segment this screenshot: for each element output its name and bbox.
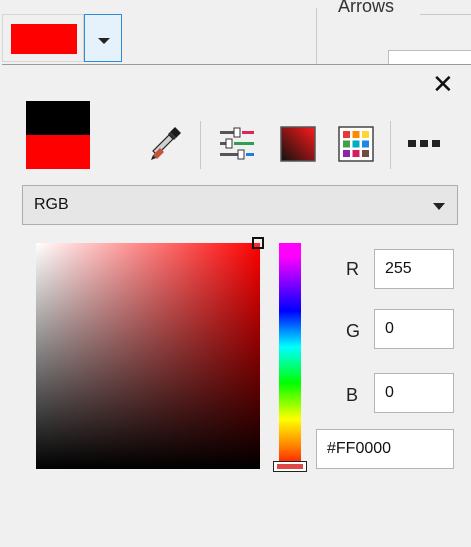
more-icon[interactable] [406,124,442,164]
color-model-select[interactable]: RGB [22,185,458,225]
color-dropdown-button[interactable] [84,14,122,62]
red-label: R [346,259,359,279]
green-label: G [346,321,361,341]
color-comparison-swatch [26,101,90,169]
color-picker-panel: ✕ RGB R 255 G 0 B 0 #FF0000 [2,64,471,547]
toolbar-divider [316,8,317,64]
eyedropper-icon[interactable] [148,124,184,164]
old-color-swatch[interactable] [26,101,90,135]
palette-grid-icon[interactable] [336,124,374,164]
hue-slider-handle[interactable] [273,461,307,472]
sliders-icon[interactable] [218,124,254,164]
tool-divider [390,121,391,169]
saturation-value-handle[interactable] [252,237,264,249]
current-color-swatch [11,24,77,54]
new-color-swatch [26,135,90,169]
blue-input[interactable]: 0 [374,373,454,413]
chevron-down-icon [433,203,445,210]
saturation-value-square[interactable] [36,243,260,469]
hex-input[interactable]: #FF0000 [316,429,454,469]
color-model-value: RGB [34,196,69,213]
group-divider [420,14,471,15]
color-gradient-icon[interactable] [278,124,316,164]
group-label: Arrows [338,0,395,16]
toolbar: Arrows [0,0,471,70]
color-swatch-button[interactable] [2,14,84,62]
hue-slider[interactable] [279,243,301,469]
tool-divider [200,121,201,169]
green-input[interactable]: 0 [374,309,454,349]
red-input[interactable]: 255 [374,249,454,289]
close-icon[interactable]: ✕ [432,71,454,97]
chevron-down-icon [98,38,110,44]
blue-label: B [346,385,359,405]
